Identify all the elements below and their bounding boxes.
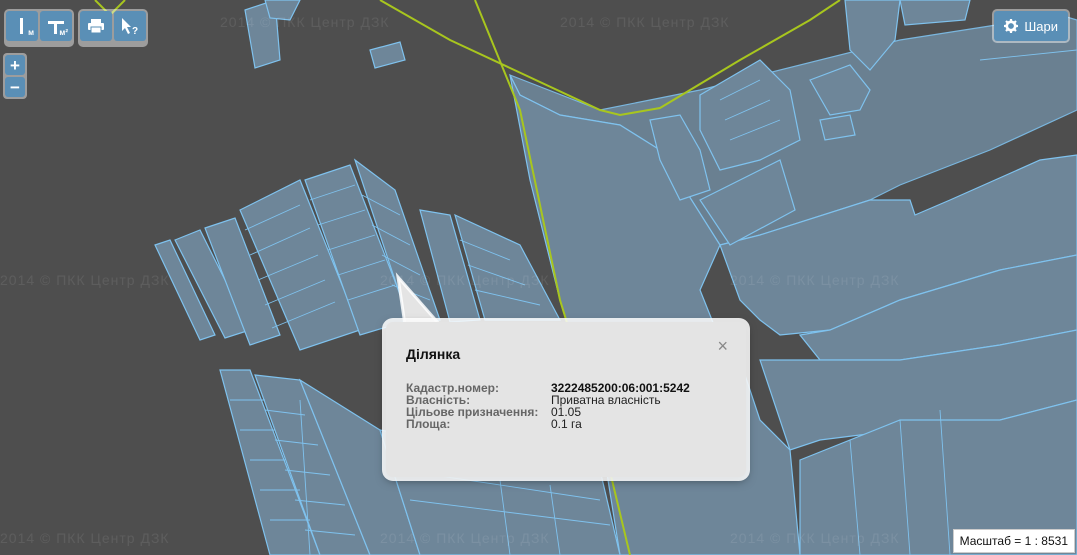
print-button[interactable] [80,11,112,41]
gear-icon [1004,19,1019,33]
tools-toolbar: ? [78,9,148,47]
watermark: 2014 © ПКК Центр ДЗК [730,272,900,288]
measure-length-button[interactable]: м [6,11,38,41]
printer-icon [88,19,104,34]
cursor-question-icon: ? [122,18,138,36]
attribute-label: Площа: [406,417,451,431]
layers-control: Шари [992,9,1070,43]
measure-area-unit: м² [59,28,68,37]
measure-length-unit: м [28,28,34,37]
watermark: 2014 © ПКК Центр ДЗК [380,530,550,546]
measure-area-button[interactable]: м² [40,11,72,41]
parcel-attributes-table: Кадастр.номер: 3222485200:06:001:5242 Вл… [406,382,690,430]
watermark: 2014 © ПКК Центр ДЗК [730,530,900,546]
zoom-out-button[interactable]: − [5,77,25,97]
zoom-control: + − [3,53,27,99]
svg-text:?: ? [132,26,138,36]
attribute-row: Площа: 0.1 га [406,418,690,430]
layers-label: Шари [1024,18,1058,34]
watermark: 2014 © ПКК Центр ДЗК [380,272,550,288]
popup-close-button[interactable]: × [717,337,728,355]
layers-button[interactable]: Шари [994,11,1068,41]
watermark: 2014 © ПКК Центр ДЗК [0,530,170,546]
popup-title: Ділянка [406,346,461,362]
parcel-info-popup: × Ділянка Кадастр.номер: 3222485200:06:0… [386,322,746,477]
area-value: 0.1 га [551,417,582,431]
zoom-in-button[interactable]: + [5,55,25,75]
watermark: 2014 © ПКК Центр ДЗК [560,14,730,30]
watermark: 2014 © ПКК Центр ДЗК [220,14,390,30]
identify-button[interactable]: ? [114,11,146,41]
measure-toolbar: м м² [4,9,74,47]
scale-indicator: Масштаб = 1 : 8531 [952,529,1075,553]
watermark: 2014 © ПКК Центр ДЗК [0,272,170,288]
